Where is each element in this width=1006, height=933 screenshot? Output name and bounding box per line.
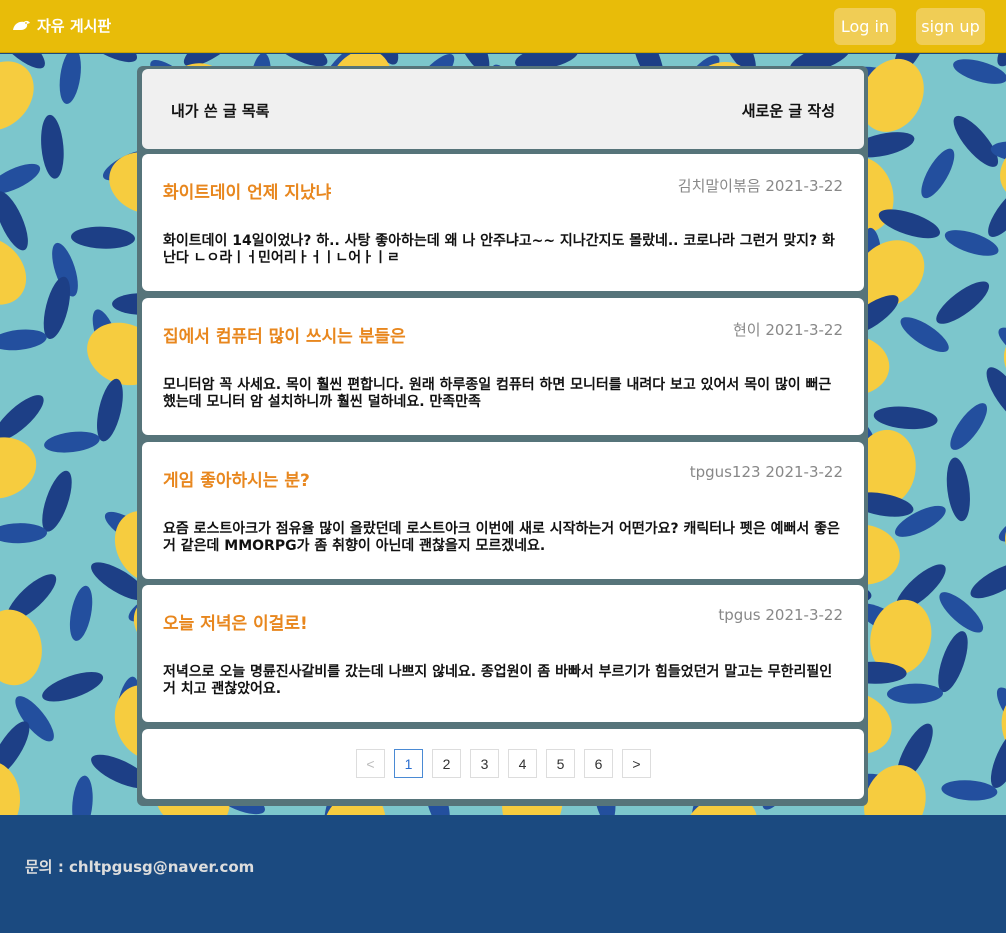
post-meta: 현이 2021-3-22 [733, 319, 843, 340]
board-menu: 내가 쓴 글 목록 새로운 글 작성 [142, 69, 864, 149]
post-title[interactable]: 게임 좋아하시는 분? [163, 466, 310, 491]
post-date: 2021-3-22 [765, 177, 843, 195]
post-card[interactable]: 오늘 저녁은 이걸로! tpgus 2021-3-22 저녁으로 오늘 명륜진사… [142, 585, 864, 722]
post-body: 요즘 로스트아크가 점유율 많이 올랐던데 로스트아크 이번에 새로 시작하는거… [163, 521, 840, 554]
footer: 문의 : chltpgusg@naver.com [0, 815, 1006, 933]
top-navbar: 자유 게시판 Log in sign up [0, 0, 1006, 53]
bird-logo-icon [13, 20, 30, 30]
page-button-6[interactable]: 6 [584, 749, 613, 778]
post-body: 저녁으로 오늘 명륜진사갈비를 갔는데 나쁘지 않네요. 종업원이 좀 바빠서 … [163, 664, 833, 697]
post-date: 2021-3-22 [765, 606, 843, 624]
post-title[interactable]: 집에서 컴퓨터 많이 쓰시는 분들은 [163, 322, 406, 347]
page-button-3[interactable]: 3 [470, 749, 499, 778]
post-title[interactable]: 화이트데이 언제 지났냐 [163, 178, 331, 203]
login-button[interactable]: Log in [834, 8, 896, 45]
post-date: 2021-3-22 [765, 321, 843, 339]
prev-page-button[interactable]: < [356, 749, 385, 778]
page-button-5[interactable]: 5 [546, 749, 575, 778]
post-author: tpgus123 [689, 463, 761, 481]
next-page-button[interactable]: > [622, 749, 651, 778]
post-title[interactable]: 오늘 저녁은 이걸로! [163, 609, 308, 634]
post-meta: tpgus123 2021-3-22 [690, 463, 843, 481]
brand[interactable]: 자유 게시판 [11, 15, 111, 36]
post-card[interactable]: 화이트데이 언제 지났냐 김치말이볶음 2021-3-22 화이트데이 14일이… [142, 154, 864, 291]
post-meta: 김치말이볶음 2021-3-22 [678, 175, 843, 196]
pagination: < 1 2 3 4 5 6 > [356, 749, 651, 778]
post-meta: tpgus 2021-3-22 [718, 606, 843, 624]
post-author: tpgus [718, 606, 761, 624]
pagination-card: < 1 2 3 4 5 6 > [142, 729, 864, 799]
post-card[interactable]: 집에서 컴퓨터 많이 쓰시는 분들은 현이 2021-3-22 모니터암 꼭 사… [142, 298, 864, 435]
page-button-4[interactable]: 4 [508, 749, 537, 778]
post-author: 현이 [732, 321, 761, 339]
new-post-link[interactable]: 새로운 글 작성 [742, 100, 835, 121]
signup-button[interactable]: sign up [916, 8, 985, 45]
post-body: 모니터암 꼭 사세요. 목이 훨씬 편합니다. 원래 하루종일 컴퓨터 하면 모… [163, 377, 832, 410]
post-date: 2021-3-22 [765, 463, 843, 481]
post-card[interactable]: 게임 좋아하시는 분? tpgus123 2021-3-22 요즘 로스트아크가… [142, 442, 864, 579]
post-body: 화이트데이 14일이었나? 하.. 사탕 좋아하는데 왜 나 안주냐고~~ 지나… [163, 233, 835, 266]
contact-email: 문의 : chltpgusg@naver.com [25, 858, 255, 876]
page-button-1[interactable]: 1 [394, 749, 423, 778]
page-button-2[interactable]: 2 [432, 749, 461, 778]
post-author: 김치말이볶음 [677, 177, 761, 195]
brand-title: 자유 게시판 [37, 17, 112, 35]
my-posts-link[interactable]: 내가 쓴 글 목록 [171, 100, 269, 121]
